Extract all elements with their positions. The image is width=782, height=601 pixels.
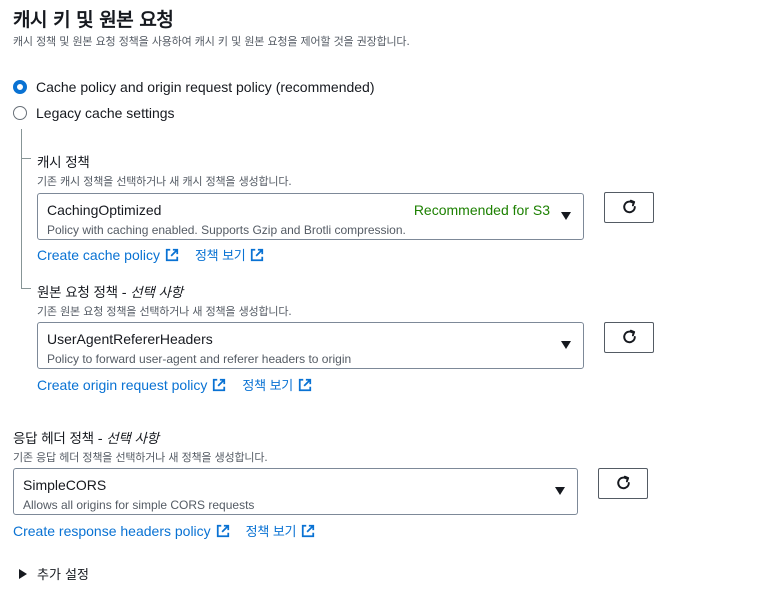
additional-settings-expander[interactable]: 추가 설정	[19, 564, 89, 583]
view-origin-request-policy-link[interactable]: 정책 보기	[242, 375, 312, 394]
caret-right-icon	[19, 568, 27, 579]
section-description: 캐시 정책 및 원본 요청 정책을 사용하여 캐시 키 및 원본 요청을 제어할…	[13, 35, 410, 48]
refresh-icon	[616, 475, 630, 490]
response-headers-policy-label: 응답 헤더 정책 - 선택 사항	[13, 427, 159, 447]
view-cache-policy-link[interactable]: 정책 보기	[195, 245, 264, 264]
response-headers-policy-select[interactable]: SimpleCORS Allows all origins for simple…	[13, 468, 578, 515]
create-origin-request-policy-link[interactable]: Create origin request policy	[37, 377, 226, 393]
external-link-icon	[302, 524, 315, 537]
caret-down-icon	[561, 341, 571, 349]
select-value-description: Policy with caching enabled. Supports Gz…	[47, 223, 406, 237]
caret-down-icon	[561, 212, 571, 220]
link-text: 정책 보기	[194, 249, 246, 264]
tree-branch	[21, 158, 31, 159]
origin-request-policy-description: 기존 원본 요청 정책을 선택하거나 새 정책을 생성합니다.	[37, 305, 292, 318]
link-text: 정책 보기	[242, 379, 293, 394]
select-value-description: Policy to forward user-agent and referer…	[47, 352, 352, 366]
label-text: 응답 헤더 정책 -	[13, 431, 107, 447]
create-cache-policy-link[interactable]: Create cache policy	[37, 247, 179, 263]
external-link-icon	[251, 248, 264, 261]
view-response-headers-policy-link[interactable]: 정책 보기	[246, 521, 315, 540]
response-headers-policy-links: Create response headers policy 정책 보기	[13, 521, 315, 540]
recommended-tag: Recommended for S3	[413, 202, 550, 218]
cache-policy-description: 기존 캐시 정책을 선택하거나 새 캐시 정책을 생성합니다.	[37, 175, 292, 188]
select-value: SimpleCORS	[23, 477, 107, 493]
tree-line	[21, 129, 22, 289]
external-link-icon	[298, 378, 312, 391]
cache-policy-label: 캐시 정책	[37, 155, 90, 171]
external-link-icon	[216, 524, 229, 537]
radio-selected-icon[interactable]	[13, 80, 27, 94]
link-text: Create cache policy	[37, 246, 160, 263]
radio-option-legacy[interactable]: Legacy cache settings	[13, 105, 175, 121]
link-text: Create response headers policy	[13, 522, 211, 539]
create-response-headers-policy-link[interactable]: Create response headers policy	[13, 523, 230, 539]
origin-request-policy-label: 원본 요청 정책 - 선택 사항	[37, 281, 183, 301]
link-text: Create origin request policy	[37, 376, 208, 393]
origin-request-policy-select[interactable]: UserAgentRefererHeaders Policy to forwar…	[37, 322, 584, 369]
link-text: 정책 보기	[245, 525, 297, 540]
origin-request-policy-refresh-button[interactable]	[604, 322, 654, 353]
caret-down-icon	[555, 487, 565, 495]
external-link-icon	[165, 248, 179, 261]
refresh-icon	[622, 329, 636, 344]
radio-label: Cache policy and origin request policy (…	[36, 79, 375, 95]
origin-request-policy-links: Create origin request policy 정책 보기	[37, 375, 312, 394]
select-value-description: Allows all origins for simple CORS reque…	[23, 498, 255, 512]
response-headers-policy-description: 기존 응답 헤더 정책을 선택하거나 새 정책을 생성합니다.	[13, 451, 268, 464]
tree-branch	[21, 288, 31, 289]
radio-unselected-icon[interactable]	[13, 106, 27, 120]
label-text: 원본 요청 정책 -	[37, 285, 131, 301]
optional-text: 선택 사항	[106, 431, 159, 447]
section-title: 캐시 키 및 원본 요청	[13, 9, 174, 31]
additional-settings-label: 추가 설정	[37, 568, 89, 583]
cache-policy-select[interactable]: CachingOptimized Recommended for S3 Poli…	[37, 193, 584, 240]
refresh-icon	[622, 199, 636, 214]
optional-text: 선택 사항	[130, 285, 183, 301]
cache-policy-refresh-button[interactable]	[604, 192, 654, 223]
external-link-icon	[213, 378, 226, 391]
cache-policy-links: Create cache policy 정책 보기	[37, 245, 264, 264]
select-value: UserAgentRefererHeaders	[47, 331, 213, 347]
select-value: CachingOptimized	[47, 202, 162, 218]
response-headers-policy-refresh-button[interactable]	[598, 468, 648, 499]
radio-option-recommended[interactable]: Cache policy and origin request policy (…	[13, 79, 375, 95]
radio-label: Legacy cache settings	[36, 105, 175, 121]
